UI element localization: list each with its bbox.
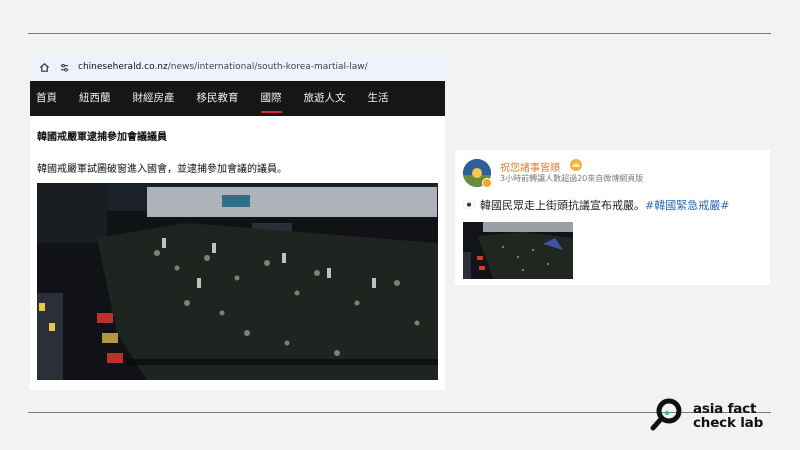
- nav-item-new-zealand[interactable]: 紐西蘭: [79, 81, 111, 116]
- post-text: 韓國民眾走上街頭抗議宣布戒嚴。: [480, 199, 645, 212]
- article-lede: 韓國戒嚴軍試圖破窗進入國會，並逮捕參加會議的議員。: [37, 164, 287, 175]
- post-hashtag[interactable]: #韓國緊急戒嚴#: [645, 199, 729, 212]
- home-icon[interactable]: [38, 61, 50, 73]
- weibo-post-card: 祝您諸事皆順 3小時前轉讓人數超過20來自微博網頁版 韓國民眾走上街頭抗議宣布戒…: [455, 150, 770, 285]
- site-nav: 首頁 紐西蘭 財經房產 移民教育 國際 旅遊人文 生活: [30, 81, 445, 116]
- post-meta: 3小時前轉讓人數超過20來自微博網頁版: [500, 174, 644, 183]
- post-image[interactable]: [463, 222, 573, 279]
- nav-item-life[interactable]: 生活: [368, 81, 389, 116]
- post-body: 韓國民眾走上街頭抗議宣布戒嚴。#韓國緊急戒嚴#: [462, 197, 729, 213]
- post-username[interactable]: 祝您諸事皆順: [500, 159, 560, 174]
- nav-item-immigration-education[interactable]: 移民教育: [197, 81, 239, 116]
- verified-badge-icon: [482, 178, 492, 188]
- korea-flag-icon: [462, 199, 476, 212]
- article-title: 韓國戒嚴軍逮捕參加會議議員: [37, 132, 167, 143]
- nav-item-finance-property[interactable]: 財經房產: [133, 81, 175, 116]
- asia-fact-check-lab-logo: asia fact check lab: [649, 396, 763, 436]
- top-divider: [28, 33, 771, 34]
- crown-icon: [569, 157, 583, 171]
- nav-item-travel-culture[interactable]: 旅遊人文: [304, 81, 346, 116]
- protest-photo: [37, 183, 438, 380]
- site-settings-icon[interactable]: [58, 61, 70, 73]
- url-host: chineseherald.co.nz: [78, 62, 168, 72]
- magnifier-logo-icon: [649, 396, 685, 436]
- url-path: /news/international/south-korea-martial-…: [167, 62, 368, 72]
- logo-line-1: asia fact: [693, 401, 757, 417]
- news-screenshot: chineseherald.co.nz/news/international/s…: [30, 53, 445, 390]
- nav-item-international[interactable]: 國際: [260, 81, 282, 116]
- url-text[interactable]: chineseherald.co.nz/news/international/s…: [78, 62, 368, 72]
- nav-item-home[interactable]: 首頁: [36, 81, 57, 116]
- logo-line-2: check lab: [693, 415, 764, 431]
- browser-address-bar[interactable]: chineseherald.co.nz/news/international/s…: [30, 53, 445, 81]
